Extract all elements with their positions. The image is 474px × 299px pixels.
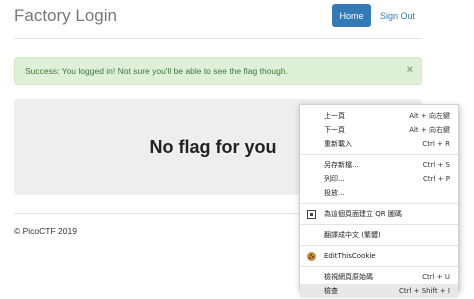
menu-item-label: 為這個頁面建立 QR 圖碼 xyxy=(324,210,402,218)
menu-item-label: 另存新檔... xyxy=(324,161,359,169)
menu-item-print[interactable]: 列印... Ctrl + P xyxy=(300,172,458,186)
brand-title[interactable]: Factory Login xyxy=(14,6,117,26)
menu-item-shortcut: Ctrl + S xyxy=(422,161,450,169)
alert-message: Success: You logged in! Not sure you'll … xyxy=(25,66,288,76)
menu-separator xyxy=(300,245,458,246)
menu-item-shortcut: Ctrl + R xyxy=(422,140,450,148)
menu-item-label: 翻譯成中文 (繁體) xyxy=(324,231,381,239)
header-divider xyxy=(14,38,422,39)
menu-item-forward[interactable]: 下一頁 Alt + 向右鍵 xyxy=(300,123,458,137)
menu-item-label: 檢查 xyxy=(324,287,338,295)
menu-item-view-source[interactable]: 檢視網頁原始碼 Ctrl + U xyxy=(300,270,458,284)
menu-item-inspect[interactable]: 檢查 Ctrl + Shift + I xyxy=(300,284,458,298)
nav-signout-link[interactable]: Sign Out xyxy=(380,4,415,27)
menu-item-label: EditThisCookie xyxy=(324,252,376,260)
success-alert: Success: You logged in! Not sure you'll … xyxy=(14,57,422,85)
menu-item-label: 上一頁 xyxy=(324,112,345,120)
menu-item-label: 檢視網頁原始碼 xyxy=(324,273,373,281)
menu-item-shortcut: Alt + 向左鍵 xyxy=(409,112,450,120)
footer-copyright: © PicoCTF 2019 xyxy=(14,226,77,236)
menu-item-back[interactable]: 上一頁 Alt + 向左鍵 xyxy=(300,109,458,123)
jumbotron-heading: No flag for you xyxy=(149,136,277,157)
menu-item-label: 下一頁 xyxy=(324,126,345,134)
alert-close-button[interactable]: × xyxy=(407,64,413,76)
cookie-icon xyxy=(307,252,316,261)
menu-item-save-as[interactable]: 另存新檔... Ctrl + S xyxy=(300,158,458,172)
menu-item-label: 列印... xyxy=(324,175,345,183)
qr-code-icon xyxy=(307,210,316,219)
menu-item-label: 投放... xyxy=(324,189,345,197)
menu-separator xyxy=(300,154,458,155)
menu-item-shortcut: Ctrl + Shift + I xyxy=(398,287,450,295)
menu-item-shortcut: Ctrl + U xyxy=(422,273,450,281)
menu-separator xyxy=(300,224,458,225)
menu-item-shortcut: Alt + 向右鍵 xyxy=(409,126,450,134)
menu-item-shortcut: Ctrl + P xyxy=(423,175,450,183)
menu-item-reload[interactable]: 重新載入 Ctrl + R xyxy=(300,137,458,151)
nav-home-button[interactable]: Home xyxy=(332,4,371,27)
menu-item-editthiscookie[interactable]: EditThisCookie xyxy=(300,249,458,263)
menu-item-label: 重新載入 xyxy=(324,140,352,148)
menu-item-create-qr[interactable]: 為這個頁面建立 QR 圖碼 xyxy=(300,207,458,221)
menu-separator xyxy=(300,203,458,204)
context-menu: 上一頁 Alt + 向左鍵 下一頁 Alt + 向右鍵 重新載入 Ctrl + … xyxy=(299,104,459,298)
menu-item-translate[interactable]: 翻譯成中文 (繁體) xyxy=(300,228,458,242)
menu-item-cast[interactable]: 投放... xyxy=(300,186,458,200)
menu-separator xyxy=(300,266,458,267)
